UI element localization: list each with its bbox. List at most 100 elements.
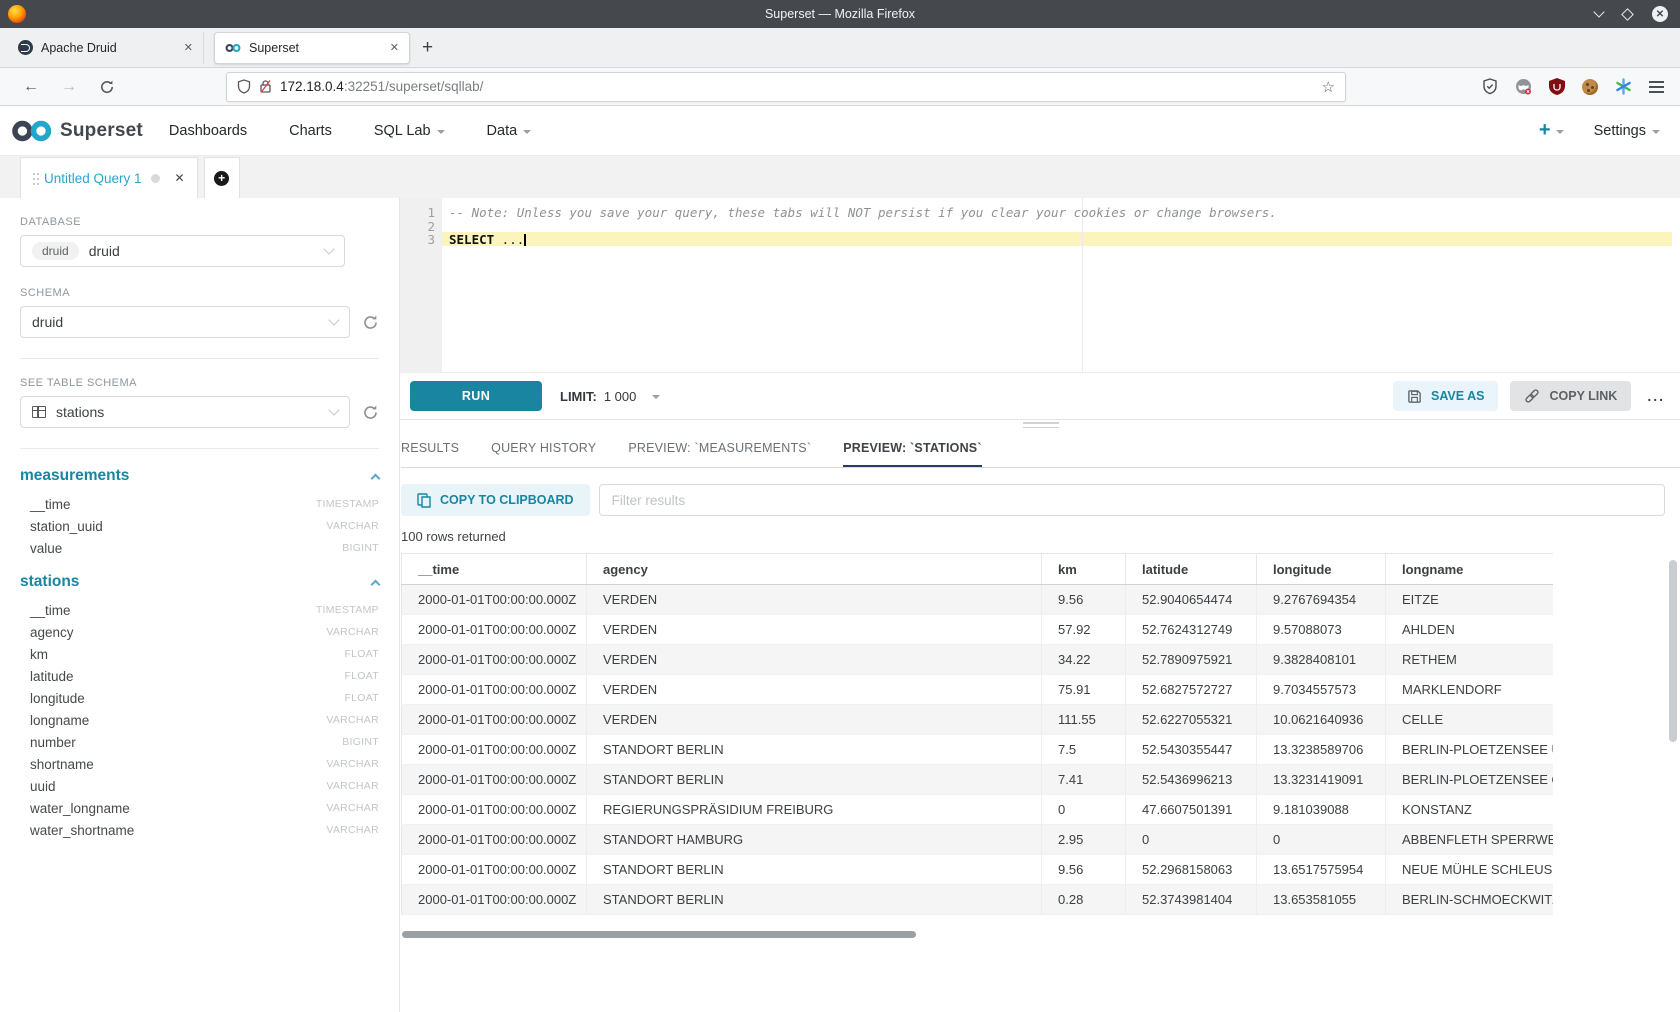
copy-to-clipboard-button[interactable]: COPY TO CLIPBOARD [401, 484, 590, 516]
horizontal-scrollbar[interactable] [402, 931, 916, 938]
cookie-icon[interactable] [1582, 79, 1598, 95]
table-cell: 0.28 [1042, 885, 1126, 915]
tab-close-icon[interactable]: ✕ [390, 41, 399, 54]
brand-name: Superset [60, 120, 143, 142]
table-select[interactable]: stations [20, 396, 350, 428]
nav-item-data[interactable]: Data [487, 123, 532, 139]
query-tab-active[interactable]: Untitled Query 1 ✕ [20, 157, 198, 198]
results-table-wrap: __timeagencykmlatitudelongitudelongname2… [401, 553, 1553, 915]
chevron-down-icon [652, 395, 660, 399]
nav-item-sql-lab[interactable]: SQL Lab [374, 123, 445, 139]
privacy-mask-icon[interactable] [1515, 78, 1532, 95]
table-cell: 0 [1042, 795, 1126, 825]
add-query-tab-button[interactable]: + [204, 157, 240, 198]
bookmark-star-icon[interactable]: ☆ [1322, 78, 1335, 96]
superset-brand[interactable]: Superset [10, 119, 143, 143]
more-options-button[interactable]: ... [1647, 388, 1665, 404]
reload-icon[interactable] [99, 79, 115, 95]
pane-resize-handle[interactable] [1023, 422, 1059, 428]
database-select[interactable]: druid druid [20, 235, 345, 267]
new-item-menu[interactable]: + [1539, 119, 1564, 142]
browser-tab-superset[interactable]: Superset ✕ [214, 32, 410, 64]
database-type-tag: druid [32, 242, 79, 260]
nav-item-dashboards[interactable]: Dashboards [169, 123, 247, 139]
close-window-icon[interactable]: ✕ [1652, 6, 1668, 22]
schema-column-row: latitudeFLOAT [20, 665, 379, 687]
column-header[interactable]: agency [587, 554, 1042, 585]
table-cell: 9.56 [1042, 585, 1126, 615]
column-name: latitude [30, 669, 74, 684]
column-header[interactable]: km [1042, 554, 1126, 585]
database-label: DATABASE [20, 216, 379, 228]
tab-close-icon[interactable]: ✕ [184, 41, 193, 54]
editor-toolbar: RUN LIMIT: 1 000 SAVE AS [400, 372, 1680, 420]
table-schema-header[interactable]: measurements [20, 467, 379, 485]
run-button[interactable]: RUN [410, 381, 542, 411]
divider [20, 448, 379, 449]
table-schema-name: measurements [20, 467, 129, 485]
table-row: 2000-01-01T00:00:00.000ZVERDEN9.5652.904… [402, 585, 1554, 615]
menu-hamburger-icon[interactable] [1649, 86, 1664, 88]
filter-results-input[interactable] [599, 484, 1665, 516]
tab-preview-stations[interactable]: PREVIEW: `STATIONS` [843, 430, 982, 467]
close-query-tab-icon[interactable]: ✕ [175, 171, 185, 185]
table-row: 2000-01-01T00:00:00.000ZSTANDORT BERLIN7… [402, 765, 1554, 795]
table-cell: 13.3238589706 [1257, 735, 1386, 765]
table-cell: 0 [1126, 825, 1257, 855]
window-titlebar: Superset — Mozilla Firefox ✕ [0, 0, 1680, 28]
schema-label: SCHEMA [20, 287, 379, 299]
maximize-icon[interactable] [1621, 8, 1634, 21]
ublock-shield-icon[interactable] [1549, 78, 1565, 95]
table-row: 2000-01-01T00:00:00.000ZVERDEN75.9152.68… [402, 675, 1554, 705]
refresh-tables-icon[interactable] [362, 404, 379, 421]
limit-dropdown[interactable]: LIMIT: 1 000 [560, 389, 660, 404]
minimize-icon[interactable] [1593, 6, 1604, 17]
tab-results[interactable]: RESULTS [401, 430, 459, 467]
firefox-icon [8, 5, 26, 23]
column-header[interactable]: latitude [1126, 554, 1257, 585]
column-type: TIMESTAMP [316, 604, 379, 616]
tab-query-history[interactable]: QUERY HISTORY [491, 430, 596, 467]
table-cell: 10.0621640936 [1257, 705, 1386, 735]
back-icon[interactable]: ← [23, 78, 39, 96]
table-schema-label: SEE TABLE SCHEMA [20, 377, 379, 389]
new-tab-button[interactable]: + [422, 37, 433, 59]
table-cell: 7.5 [1042, 735, 1126, 765]
drag-handle-icon[interactable] [33, 173, 35, 175]
nav-item-charts[interactable]: Charts [289, 123, 332, 139]
tracking-shield-icon[interactable] [237, 79, 251, 94]
collapse-chevron-icon[interactable] [371, 579, 381, 589]
refresh-schemas-icon[interactable] [362, 314, 379, 331]
results-header-row: __timeagencykmlatitudelongitudelongname [402, 554, 1554, 585]
column-name: longname [30, 713, 89, 728]
url-bar[interactable]: 172.18.0.4:32251/superset/sqllab/ ☆ [226, 72, 1346, 102]
table-schema-header[interactable]: stations [20, 573, 379, 591]
column-header[interactable]: longname [1386, 554, 1554, 585]
superset-navbar: Superset Dashboards Charts SQL Lab Data … [0, 106, 1680, 156]
vertical-scrollbar[interactable] [1669, 560, 1677, 742]
browser-tab-druid[interactable]: Apache Druid ✕ [8, 32, 204, 64]
schema-select[interactable]: druid [20, 306, 350, 338]
tab-preview-measurements[interactable]: PREVIEW: `MEASUREMENTS` [628, 430, 811, 467]
column-name: longitude [30, 691, 85, 706]
table-cell: MARKLENDORF [1386, 675, 1554, 705]
table-cell: CELLE [1386, 705, 1554, 735]
browser-tab-strip: Apache Druid ✕ Superset ✕ + [0, 28, 1680, 68]
forward-icon[interactable]: → [61, 78, 77, 96]
column-header[interactable]: longitude [1257, 554, 1386, 585]
save-as-button[interactable]: SAVE AS [1393, 381, 1499, 411]
insecure-lock-icon[interactable] [259, 79, 272, 94]
color-asterisk-icon[interactable] [1615, 78, 1632, 95]
sql-editor[interactable]: 1 2 3 -- Note: Unless you save your quer… [400, 198, 1680, 372]
column-type: VARCHAR [326, 758, 379, 770]
pocket-shield-icon[interactable] [1482, 78, 1498, 95]
floppy-disk-icon [1407, 389, 1422, 404]
schema-column-row: __timeTIMESTAMP [20, 599, 379, 621]
query-state-icon [151, 174, 160, 183]
column-header[interactable]: __time [402, 554, 587, 585]
copy-link-button[interactable]: COPY LINK [1510, 381, 1631, 411]
table-cell: 52.9040654474 [1126, 585, 1257, 615]
results-tabs: RESULTS QUERY HISTORY PREVIEW: `MEASUREM… [401, 430, 1680, 468]
settings-menu[interactable]: Settings [1594, 123, 1660, 139]
collapse-chevron-icon[interactable] [371, 473, 381, 483]
